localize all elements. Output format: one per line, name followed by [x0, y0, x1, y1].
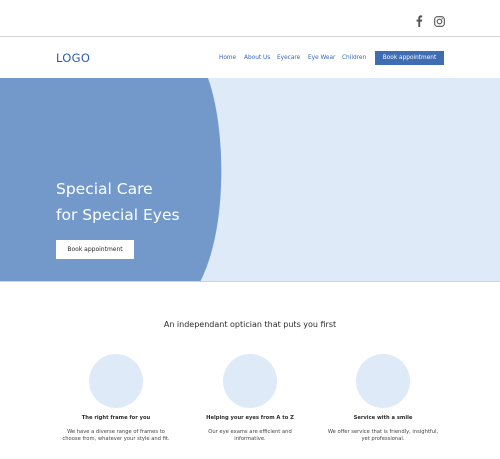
- nav-link-about-us[interactable]: About Us: [244, 55, 270, 61]
- feature-title: The right frame for you: [81, 415, 151, 421]
- feature-description: We have a diverse range of frames to cho…: [62, 429, 170, 443]
- hero-book-appointment-button[interactable]: Book appointment: [56, 240, 134, 259]
- book-appointment-button[interactable]: Book appointment: [375, 51, 444, 65]
- facebook-icon[interactable]: [412, 14, 426, 28]
- nav-link-eye-wear[interactable]: Eye Wear: [308, 55, 335, 61]
- feature-card: Service with a smile We offer service th…: [313, 354, 453, 443]
- main-navigation: LOGO Home About Us Eyecare Eye Wear Chil…: [0, 38, 500, 78]
- feature-image-placeholder: [223, 354, 277, 408]
- top-bar: [0, 0, 500, 37]
- feature-title: Helping your eyes from A to Z: [206, 415, 294, 421]
- nav-link-children[interactable]: Children: [342, 55, 366, 61]
- feature-image-placeholder: [356, 354, 410, 408]
- hero-title-line-1: Special Care: [56, 180, 153, 198]
- instagram-icon[interactable]: [432, 14, 446, 28]
- hero-banner: Special Care for Special Eyes Book appoi…: [0, 78, 500, 282]
- intro-heading: An independant optician that puts you fi…: [163, 320, 337, 329]
- feature-description: Our eye exams are efficient and informat…: [208, 429, 292, 443]
- feature-card: Helping your eyes from A to Z Our eye ex…: [180, 354, 320, 443]
- feature-card: The right frame for you We have a divers…: [46, 354, 186, 443]
- nav-link-eyecare[interactable]: Eyecare: [277, 55, 300, 61]
- nav-link-home[interactable]: Home: [219, 55, 236, 61]
- hero-title-line-2: for Special Eyes: [56, 206, 180, 224]
- logo[interactable]: LOGO: [56, 51, 90, 65]
- feature-title: Service with a smile: [353, 415, 413, 421]
- feature-image-placeholder: [89, 354, 143, 408]
- feature-description: We offer service that is friendly, insig…: [327, 429, 439, 443]
